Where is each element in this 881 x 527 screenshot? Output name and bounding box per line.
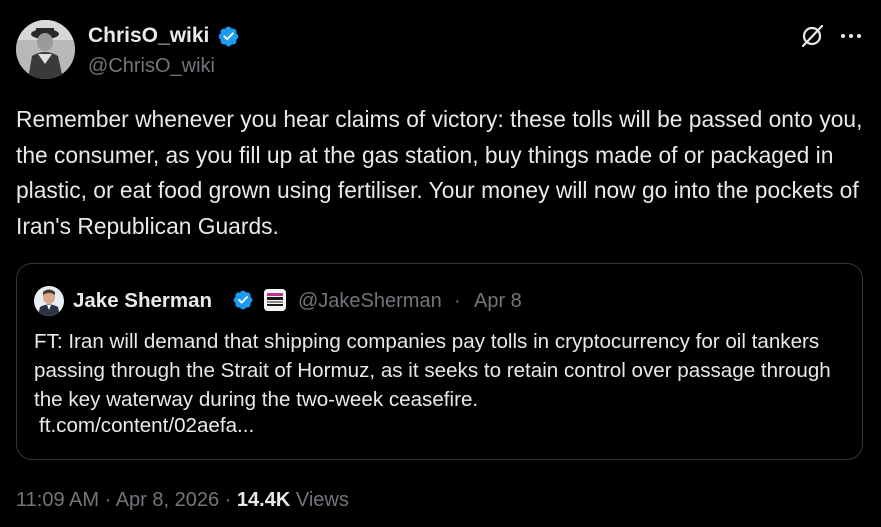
quote-author-avatar[interactable] [34,286,64,316]
more-icon[interactable] [838,24,864,48]
views-label: Views [290,489,349,511]
author-display-name[interactable]: ChrisO_wiki [88,24,209,48]
quote-avatar-image [34,286,64,316]
views-count[interactable]: 14.4K [237,489,290,511]
quote-text: FT: Iran will demand that shipping compa… [34,330,831,411]
quote-author-handle[interactable]: @JakeSherman [298,290,442,313]
author-handle[interactable]: @ChrisO_wiki [88,55,215,78]
quote-author-display-name[interactable]: Jake Sherman [73,289,212,313]
quote-date[interactable]: Apr 8 [474,290,522,313]
quote-verified-badge-icon[interactable] [232,289,254,311]
meta-separator: · [219,489,237,511]
grok-icon[interactable] [799,23,825,49]
quote-tweet-card[interactable]: Jake Sherman @JakeSherman · Apr 8 FT: Ir… [16,263,863,460]
avatar-image [16,20,75,79]
affiliation-badge-icon[interactable] [264,289,286,311]
tweet-time[interactable]: 11:09 AM [16,489,99,511]
tweet-date[interactable]: Apr 8, 2026 [116,489,219,511]
quote-separator: · [454,290,461,312]
verified-badge-icon[interactable] [217,25,240,48]
meta-separator: · [99,489,116,511]
tweet-text: Remember whenever you hear claims of vic… [16,106,863,239]
tweet-metadata: 11:09 AM · Apr 8, 2026 · 14.4K Views [16,489,349,512]
author-avatar[interactable] [16,20,75,79]
quote-link[interactable]: ft.com/content/02aefa... [39,414,254,438]
